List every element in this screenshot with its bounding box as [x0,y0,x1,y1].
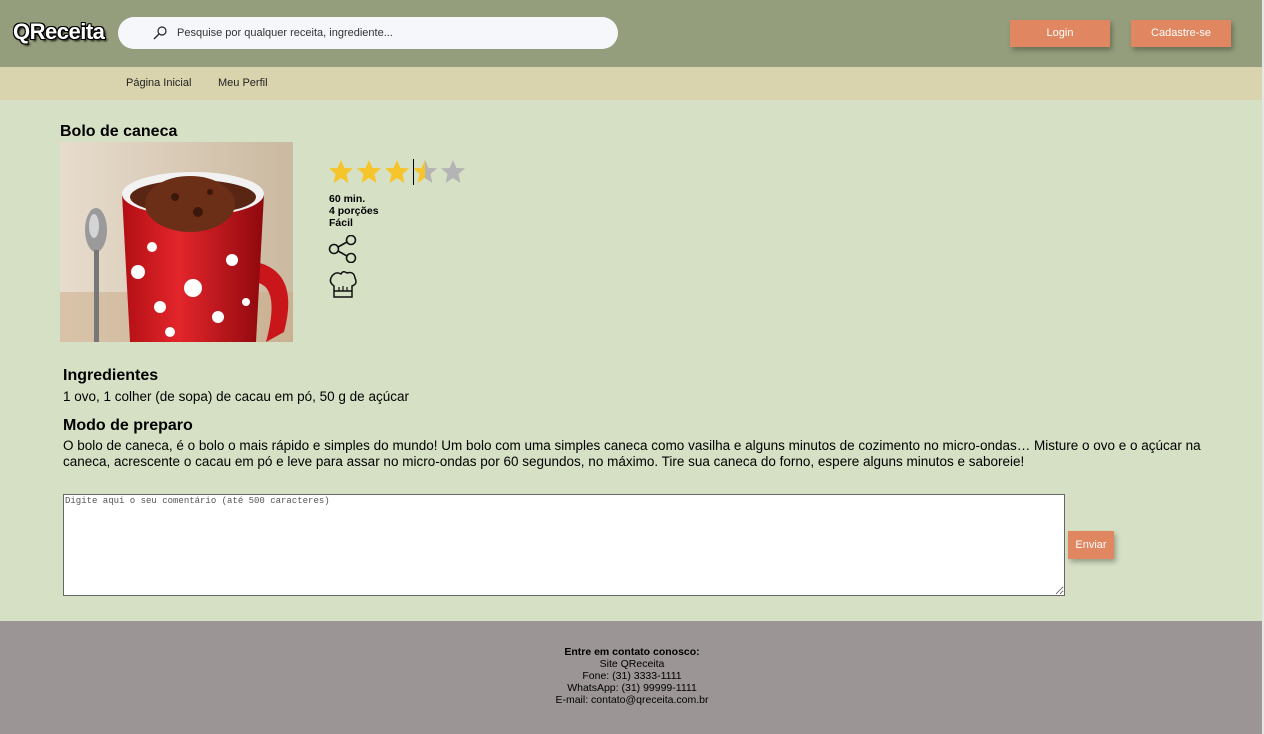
ingredients-text: 1 ovo, 1 colher (de sopa) de cacau em pó… [63,389,409,404]
recipe-title: Bolo de caneca [60,123,178,140]
share-icon[interactable] [328,235,358,263]
site-logo[interactable]: QReceita [13,19,105,45]
signup-button[interactable]: Cadastre-se [1131,20,1231,47]
footer-heading: Entre em contato conosco: [564,646,700,658]
footer-line: Fone: (31) 3333-1111 [582,670,682,682]
recipe-time: 60 min. [329,193,366,205]
method-heading: Modo de preparo [63,417,193,434]
method-text: O bolo de caneca, é o bolo o mais rápido… [63,438,1201,469]
footer-line: E-mail: contato@qreceita.com.br [555,694,709,706]
nav-item-home[interactable]: Página Inicial [126,77,191,89]
star-icon[interactable] [441,160,465,183]
chef-hat-icon[interactable] [328,270,358,300]
footer-line: WhatsApp: (31) 99999-1111 [567,682,697,694]
footer: Entre em contato conosco: Site QReceita … [0,621,1264,734]
recipe-difficulty: Fácil [329,217,353,229]
nav-bar: Página Inicial Meu Perfil [0,67,1264,100]
footer-line: Site QReceita [599,658,665,670]
rating-stars[interactable] [328,158,468,186]
recipe-photo [60,142,293,342]
recipe-servings: 4 porções [329,205,379,217]
send-comment-button[interactable]: Enviar [1068,531,1114,559]
star-icon[interactable] [329,160,353,183]
header-bar: QReceita Login Cadastre-se [0,0,1264,67]
ingredients-heading: Ingredientes [63,367,159,384]
search-icon [153,26,167,40]
comment-textarea[interactable] [63,494,1065,596]
star-icon[interactable] [385,160,409,183]
star-icon[interactable] [413,160,437,183]
search-input[interactable] [177,17,597,49]
nav-item-profile[interactable]: Meu Perfil [218,77,268,89]
star-icon[interactable] [357,160,381,183]
login-button[interactable]: Login [1010,20,1110,47]
search-bar[interactable] [118,17,618,49]
